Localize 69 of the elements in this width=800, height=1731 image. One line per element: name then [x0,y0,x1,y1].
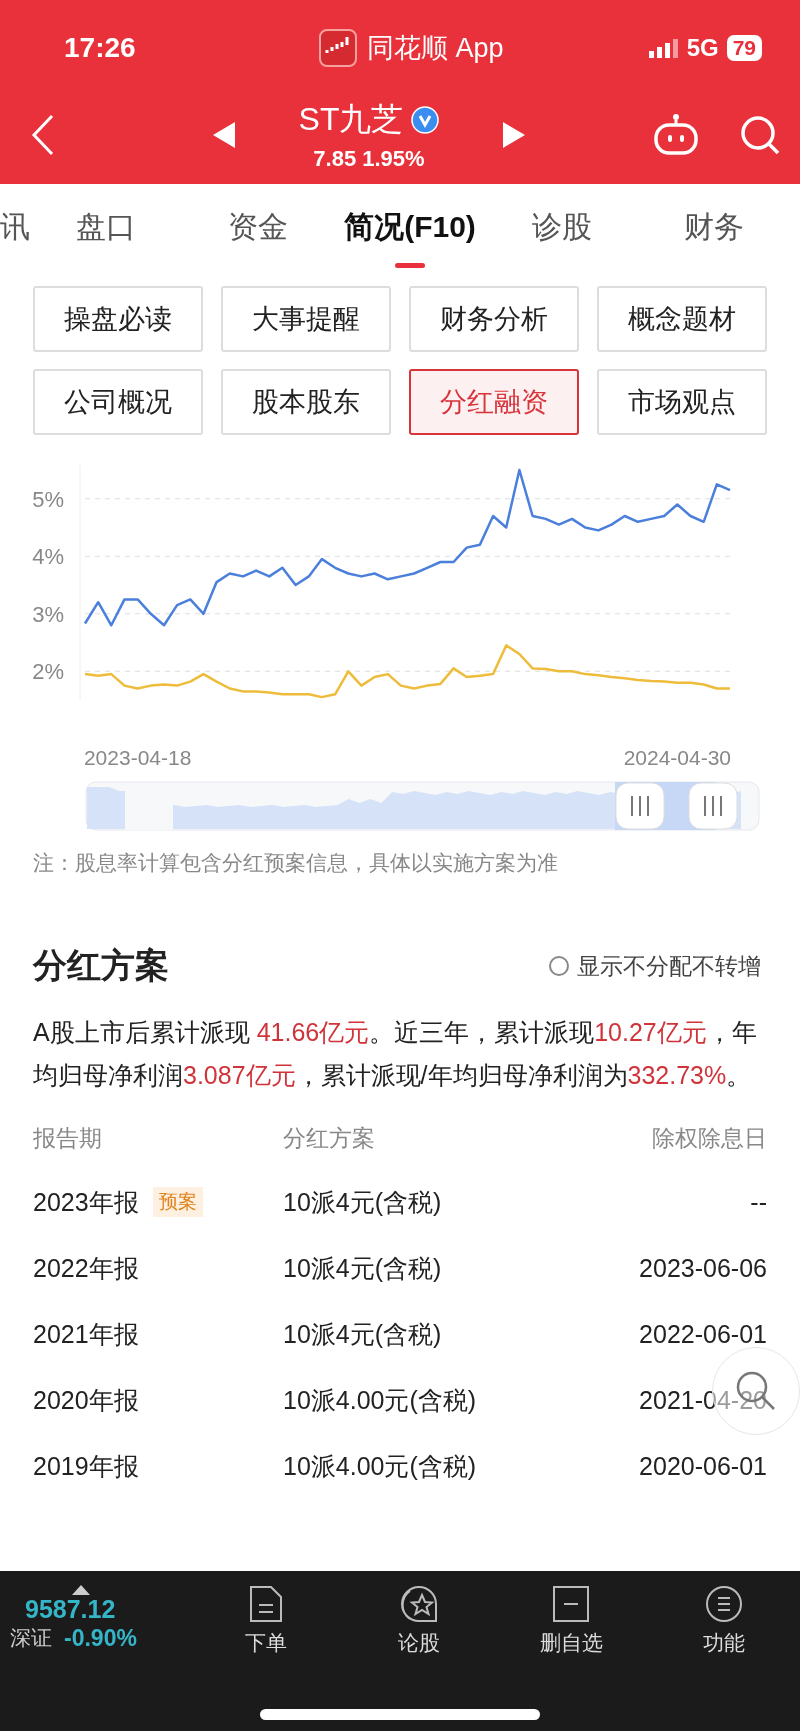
table-cell-text: 10派4元(含税) [283,1318,443,1350]
table-cell-text: 10派4.00元(含税) [283,1450,478,1482]
search-button[interactable] [740,115,780,155]
section-button[interactable]: 分红融资 [409,369,579,435]
table-cell-text: 2019年报 [33,1450,139,1482]
axis-label: 2% [32,659,64,685]
stock-name: ST九芝 [298,100,404,139]
column-header: 除权除息日 [652,1123,767,1153]
section-button[interactable]: 大事提醒 [221,286,391,352]
table-cell: 2021-04-20 [639,1385,767,1415]
up-triangle-icon [72,1585,90,1595]
tab[interactable]: 财务 [638,184,790,270]
column-header: 分红方案 [283,1123,376,1153]
toolbar-button[interactable]: 功能 [647,1585,800,1657]
table-cell-text: 10派4.00元(含税) [283,1384,478,1416]
table-cell-text: 2023年报 [33,1186,139,1218]
tab[interactable]: 讯 [0,184,30,270]
tab[interactable]: 盘口 [30,184,182,270]
toolbar-button[interactable]: 论股 [342,1585,495,1657]
section-button[interactable]: 财务分析 [409,286,579,352]
axis-label: 3% [32,601,64,627]
app-name: 同花顺 App [367,32,504,65]
axis-label: 4% [32,544,64,570]
table-cell-text: 2021年报 [33,1318,139,1350]
footnote: 注：股息率计算包含分红预案信息，具体以实施方案为准 [32,850,559,876]
tab[interactable]: 简况(F10) [334,184,486,270]
section-button[interactable]: 市场观点 [597,369,767,435]
filter-radio[interactable]: 显示不分配不转增 [543,949,767,983]
toolbar-button[interactable]: 删自选 [495,1585,648,1657]
clock-time: 17:26 [64,32,137,64]
index-value: 9587.12 [24,1595,117,1624]
summary-text: A股上市后累计派现 41.66亿元。近三年，累计派现10.27亿元，年均归母净利润3.087亿元，累计派现/年均归母净利润为332.73%。 [32,1017,758,1091]
table-cell-text: 10派4元(含税) [283,1186,443,1218]
section-button[interactable]: 股本股东 [221,369,391,435]
signal-icon [648,38,679,58]
next-stock-button[interactable] [501,122,526,148]
menu-icon [704,1585,743,1623]
previous-stock-button[interactable] [212,122,237,148]
toolbar-button[interactable]: 下单 [190,1585,343,1657]
back-button[interactable] [30,114,56,156]
column-header: 报告期 [33,1123,103,1153]
axis-label: 2023-04-18 [83,746,192,769]
tab[interactable]: 诊股 [486,184,638,270]
section-button[interactable]: 公司概况 [33,369,203,435]
table-cell: -- [750,1187,767,1217]
axis-label: 5% [32,486,64,512]
app-icon [319,29,358,67]
axis-label: 2024-04-30 [623,746,732,769]
index-name: 深证 [10,1625,52,1651]
table-cell-text: 2022年报 [33,1252,139,1284]
section-button[interactable]: 概念题材 [597,286,767,352]
index-change: -0.90% [64,1624,137,1652]
table-cell-text: 10派4元(含税) [283,1252,443,1284]
stock-quote: 7.85 1.95% [313,146,425,172]
robot-button[interactable] [652,113,700,157]
table-cell-text: 2020年报 [33,1384,139,1416]
table-cell: 2023-06-06 [639,1253,767,1283]
network-label: 5G [686,34,719,62]
battery-indicator: 79 [726,35,762,61]
section-button[interactable]: 操盘必读 [33,286,203,352]
document-icon [249,1585,284,1623]
grip-handle[interactable] [615,782,665,830]
table-cell: 2020-06-01 [639,1451,767,1481]
tab[interactable]: 资金 [182,184,334,270]
status-tag: 预案 [152,1187,203,1217]
table-cell: 2022-06-01 [639,1319,767,1349]
minus-square-icon [552,1585,591,1623]
section-title: 分红方案 [33,945,169,986]
grip-handle[interactable] [688,782,738,830]
